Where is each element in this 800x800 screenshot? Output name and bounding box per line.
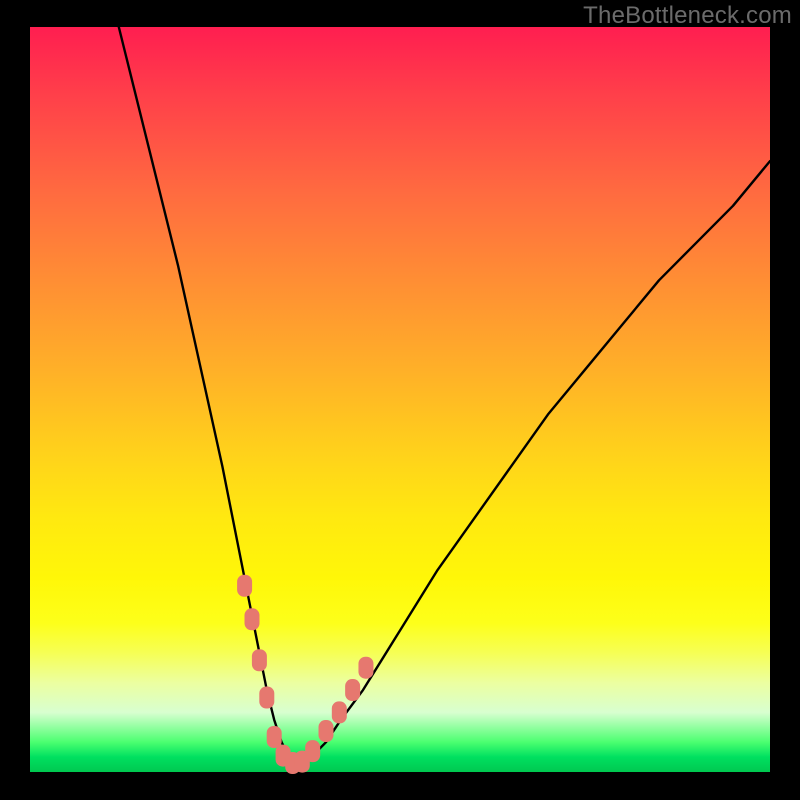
chart-svg bbox=[30, 27, 770, 772]
chart-plot-area bbox=[30, 27, 770, 772]
left-marker-2 bbox=[245, 608, 260, 630]
bottom-5 bbox=[305, 740, 320, 762]
right-marker-1 bbox=[319, 720, 334, 742]
bottleneck-curve bbox=[119, 27, 770, 765]
chart-markers bbox=[237, 575, 373, 774]
right-marker-4 bbox=[358, 657, 373, 679]
left-marker-4 bbox=[259, 687, 274, 709]
watermark-text: TheBottleneck.com bbox=[583, 2, 792, 30]
right-marker-3 bbox=[345, 679, 360, 701]
right-marker-2 bbox=[332, 701, 347, 723]
bottom-1 bbox=[267, 726, 282, 748]
left-marker-3 bbox=[252, 649, 267, 671]
left-marker-1 bbox=[237, 575, 252, 597]
chart-frame: TheBottleneck.com bbox=[0, 0, 800, 800]
